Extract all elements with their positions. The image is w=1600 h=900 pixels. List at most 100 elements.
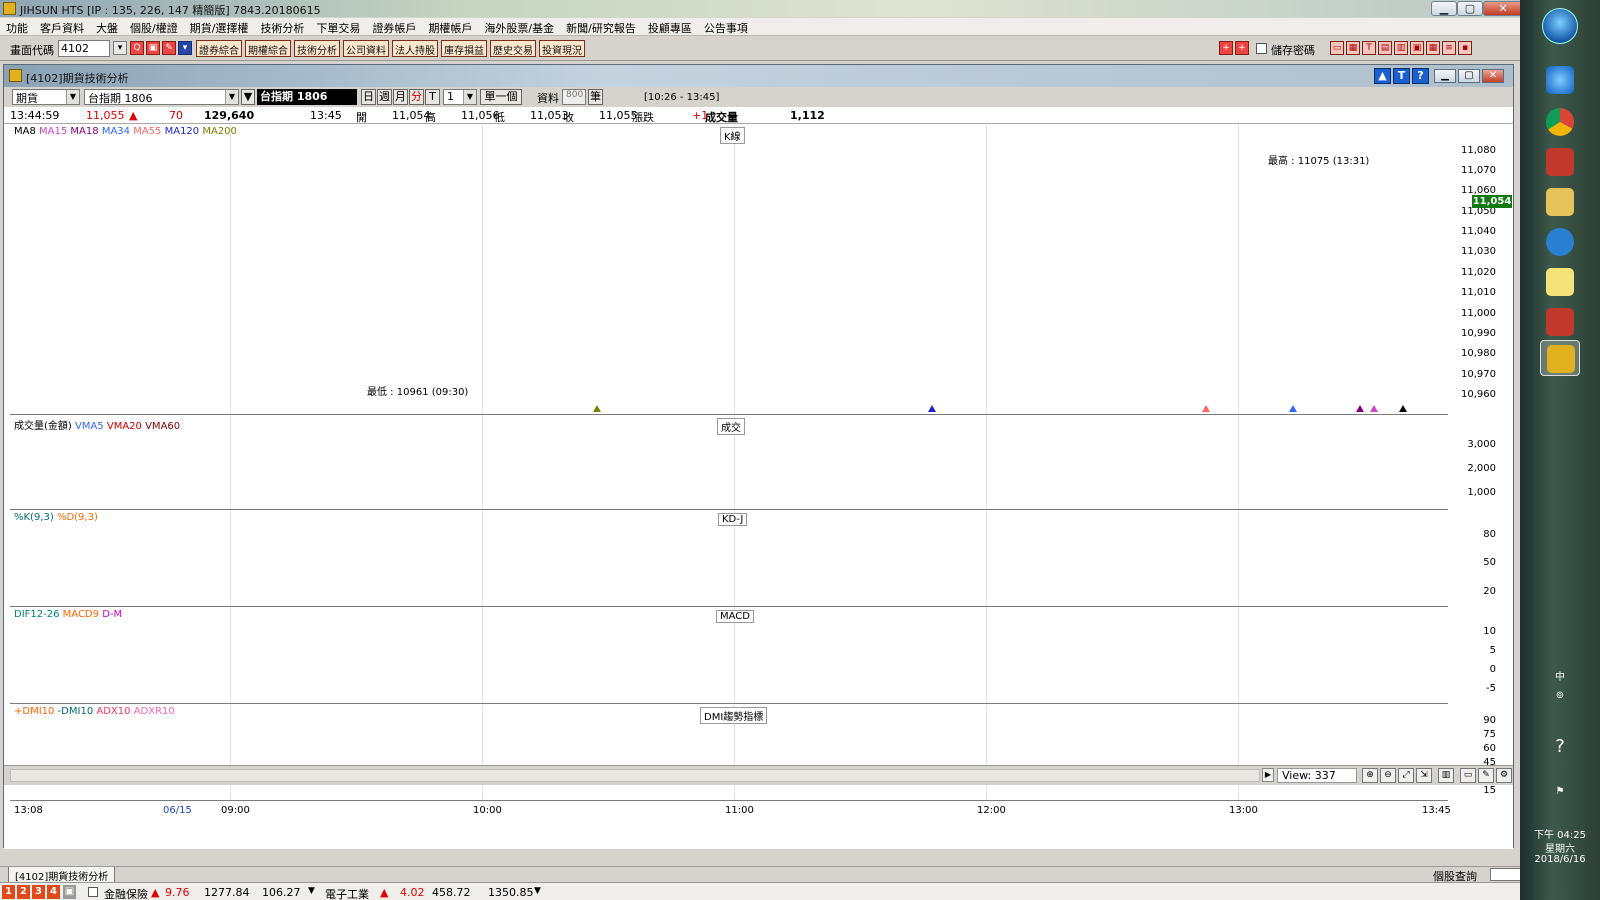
period-weekly-button[interactable]: 週 <box>377 89 392 105</box>
menu-item-securities-account[interactable]: 證券帳戶 <box>366 18 422 36</box>
help-icon[interactable]: ? <box>1412 68 1429 84</box>
layout-2-button[interactable]: 2 <box>17 885 30 899</box>
folder-icon[interactable] <box>1540 184 1580 220</box>
contract-dropdown-button[interactable]: ▼ <box>241 89 255 105</box>
menu-item-market[interactable]: 大盤 <box>90 18 124 36</box>
layout-3-button[interactable]: 3 <box>32 885 45 899</box>
flag-icon[interactable]: ⚑ <box>1520 786 1600 797</box>
zoom-in-icon[interactable]: ⊕ <box>1362 768 1378 783</box>
up-triangle-icon: ▲ <box>129 109 138 122</box>
search-icon[interactable]: Q <box>130 41 144 55</box>
ticker-checkbox[interactable] <box>88 887 98 897</box>
doc-icon[interactable]: ▤ <box>1378 41 1392 55</box>
list-icon[interactable]: ≡ <box>1442 41 1456 55</box>
zoom-out-icon[interactable]: ⊖ <box>1380 768 1396 783</box>
y-tick: 50 <box>1483 557 1496 568</box>
house-app-2-icon[interactable] <box>1540 304 1580 340</box>
note-icon[interactable]: ✎ <box>162 41 176 55</box>
menu-item-advisory[interactable]: 投顧專區 <box>642 18 698 36</box>
ticker-item1-name: 金融保險 <box>104 888 148 900</box>
menu-item-technical[interactable]: 技術分析 <box>254 18 310 36</box>
window-minimize-button[interactable]: ▁ <box>1434 69 1456 83</box>
menu-item-order[interactable]: 下單交易 <box>310 18 366 36</box>
volume-panel: 成交量(金額) VMA5 VMA20 VMA60 成交 <box>10 416 1448 510</box>
menu-item-futures-account[interactable]: 期權帳戶 <box>422 18 478 36</box>
period-daily-button[interactable]: 日 <box>361 89 376 105</box>
fit-icon[interactable]: ⤢ <box>1398 768 1414 783</box>
menu-item-announcements[interactable]: 公告事項 <box>698 18 754 36</box>
media-player-icon[interactable] <box>1540 224 1580 260</box>
network-icon[interactable]: ⊚ <box>1520 690 1600 701</box>
clock-time[interactable]: 下午 04:25 <box>1520 826 1600 841</box>
horizontal-scrollbar[interactable] <box>10 769 1260 782</box>
hts-app-icon[interactable] <box>1540 340 1580 376</box>
interval-select[interactable]: 1 ▼ <box>443 89 477 105</box>
start-button[interactable] <box>1542 8 1578 44</box>
period-monthly-button[interactable]: 月 <box>393 89 408 105</box>
expand-icon[interactable]: ⇲ <box>1416 768 1432 783</box>
scroll-right-icon[interactable]: ▶ <box>1262 768 1274 782</box>
swiss-cross-icon[interactable]: + <box>1235 41 1249 55</box>
technical-analysis-button[interactable]: 技術分析 <box>294 40 340 57</box>
window-restore-button[interactable]: ▢ <box>1458 69 1480 83</box>
company-info-button[interactable]: 公司資料 <box>343 40 389 57</box>
menu-item-news[interactable]: 新聞/研究報告 <box>560 18 642 36</box>
help-icon[interactable]: ? <box>1520 736 1600 757</box>
bar-chart-icon[interactable]: ▥ <box>1438 768 1454 783</box>
quote-last: 11,055 <box>86 109 125 122</box>
menu-item-customer[interactable]: 客戶資料 <box>34 18 90 36</box>
panel-icon[interactable]: ▣ <box>1410 41 1424 55</box>
draw-icon[interactable]: ✎ <box>1478 768 1494 783</box>
save-password-checkbox[interactable] <box>1256 43 1267 54</box>
legend-ma200: MA200 <box>202 126 237 137</box>
menu-item-overseas[interactable]: 海外股票/基金 <box>478 18 560 36</box>
layout-1-button[interactable]: 1 <box>2 885 15 899</box>
institutional-holdings-button[interactable]: 法人持股 <box>392 40 438 57</box>
minimize-button[interactable]: ▁ <box>1431 1 1457 16</box>
menu-item-function[interactable]: 功能 <box>0 18 34 36</box>
contract-select[interactable]: 台指期 1806 ▼ <box>84 89 239 105</box>
chart-area[interactable]: MA8 MA15 MA18 MA34 MA55 MA120 MA200 K線 最… <box>4 125 1513 849</box>
lock-icon[interactable]: ▣ <box>63 885 76 899</box>
medical-cross-icon[interactable]: + <box>1219 41 1233 55</box>
data-unit-button[interactable]: 筆 <box>588 89 603 105</box>
settings-icon[interactable]: ⚙ <box>1496 768 1512 783</box>
investment-status-button[interactable]: 投資現況 <box>539 40 585 57</box>
print-icon[interactable]: ▣ <box>146 41 160 55</box>
chrome-icon[interactable] <box>1540 104 1580 140</box>
dropdown-icon[interactable]: ▾ <box>113 41 127 55</box>
data-count-input[interactable]: 800 <box>562 89 586 105</box>
period-tick-button[interactable]: T <box>425 89 440 105</box>
single-mode-button[interactable]: 單一個 <box>480 89 522 105</box>
screen-code-input[interactable]: 4102 <box>58 40 110 57</box>
securities-summary-button[interactable]: 證券綜合 <box>196 40 242 57</box>
ie-icon[interactable] <box>1540 62 1580 98</box>
layout-icon[interactable]: ▥ <box>1394 41 1408 55</box>
lang-indicator[interactable]: 中 <box>1520 668 1600 683</box>
save-icon[interactable]: ▪ <box>1458 41 1472 55</box>
market-type-select[interactable]: 期貨 ▼ <box>12 89 80 105</box>
close-button[interactable]: ✕ <box>1483 1 1523 16</box>
notes-icon[interactable] <box>1540 264 1580 300</box>
chevron-down-icon[interactable]: ▼ <box>308 886 315 896</box>
down-arrow-icon[interactable]: ▾ <box>178 41 192 55</box>
window-close-button[interactable]: ✕ <box>1482 69 1504 83</box>
menu-item-futures[interactable]: 期貨/選擇權 <box>184 18 255 36</box>
up-icon[interactable]: ▲ <box>1374 68 1391 84</box>
grid-icon[interactable]: ▦ <box>1346 41 1360 55</box>
trade-history-button[interactable]: 歷史交易 <box>490 40 536 57</box>
inventory-pnl-button[interactable]: 庫存損益 <box>441 40 487 57</box>
table-icon[interactable]: ▦ <box>1426 41 1440 55</box>
title-bar: JIHSUN HTS [IP : 135, 226, 147 精簡版] 7843… <box>0 0 1523 17</box>
period-minute-button[interactable]: 分 <box>409 89 424 105</box>
maximize-button[interactable]: ▢ <box>1457 1 1483 16</box>
text-mode-icon[interactable]: T <box>1393 68 1410 84</box>
window-icon[interactable]: ▭ <box>1330 41 1344 55</box>
chevron-down-icon[interactable]: ▼ <box>534 886 541 896</box>
house-app-icon[interactable] <box>1540 144 1580 180</box>
text-icon[interactable]: T <box>1362 41 1376 55</box>
window-icon[interactable]: ▭ <box>1460 768 1476 783</box>
menu-item-stocks[interactable]: 個股/權證 <box>124 18 184 36</box>
options-summary-button[interactable]: 期權綜合 <box>245 40 291 57</box>
layout-4-button[interactable]: 4 <box>47 885 60 899</box>
